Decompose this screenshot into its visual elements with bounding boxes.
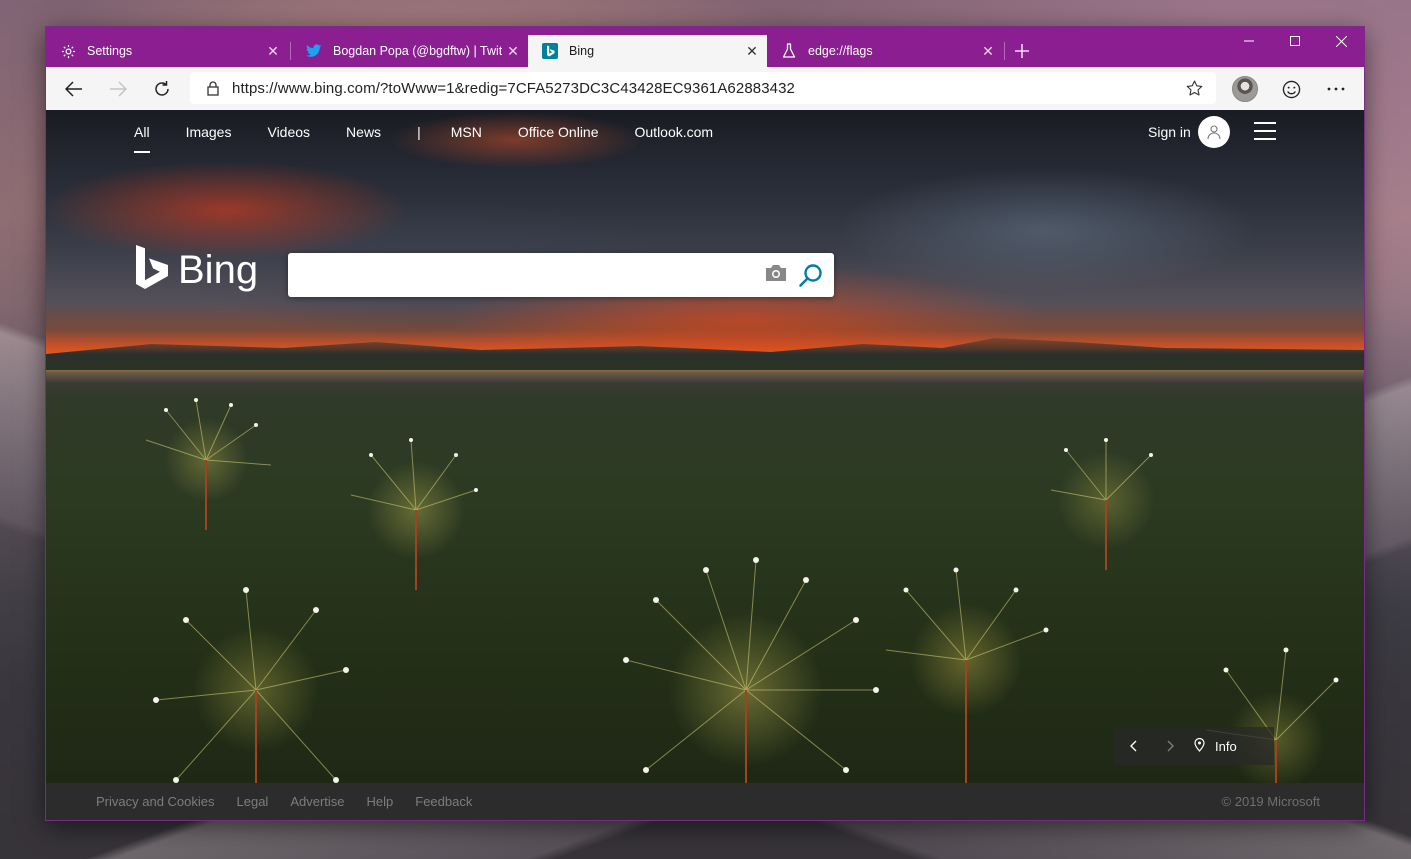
nav-office-online[interactable]: Office Online [518,124,599,154]
address-bar[interactable]: https://www.bing.com/?toWww=1&redig=7CFA… [190,72,1216,104]
close-tab-icon[interactable]: ✕ [741,40,763,62]
close-tab-icon[interactable]: ✕ [502,40,524,62]
previous-image-button[interactable] [1114,727,1152,765]
browser-window: Settings ✕ Bogdan Popa (@bgdftw) | Twitt… [45,26,1365,821]
tab-strip: Settings ✕ Bogdan Popa (@bgdftw) | Twitt… [46,27,1364,67]
minimize-icon [1244,40,1254,42]
forward-button[interactable] [102,73,134,105]
tab-settings[interactable]: Settings ✕ [46,35,288,67]
close-tab-icon[interactable]: ✕ [977,40,999,62]
tab-twitter[interactable]: Bogdan Popa (@bgdftw) | Twitte ✕ [292,35,528,67]
close-window-button[interactable] [1318,27,1364,55]
refresh-button[interactable] [146,73,178,105]
browser-toolbar: https://www.bing.com/?toWww=1&redig=7CFA… [46,67,1364,111]
favorite-star-icon[interactable] [1180,80,1208,96]
search-input[interactable] [302,261,746,291]
nav-outlook[interactable]: Outlook.com [635,124,714,154]
nav-videos[interactable]: Videos [267,124,310,154]
location-pin-icon [1194,737,1205,755]
footer-link-help[interactable]: Help [367,794,394,809]
nav-separator: | [417,124,421,140]
nav-news[interactable]: News [346,124,381,154]
chevron-right-icon [1167,740,1174,752]
image-info-bar: Info [1114,727,1274,765]
feedback-button[interactable] [1275,73,1307,105]
more-icon [1327,87,1345,91]
tab-label: Settings [87,44,133,58]
tab-divider [290,42,291,60]
gear-icon [60,43,76,59]
footer-link-legal[interactable]: Legal [237,794,269,809]
maximize-icon [1290,36,1300,46]
tab-divider [1004,42,1005,60]
url-text[interactable]: https://www.bing.com/?toWww=1&redig=7CFA… [232,80,1180,97]
close-icon [1335,35,1347,47]
tab-label: Bing [569,44,595,58]
refresh-icon [155,81,169,96]
search-icon[interactable] [798,262,824,293]
nav-msn[interactable]: MSN [451,124,482,154]
lock-icon[interactable] [204,80,222,96]
footer-link-privacy[interactable]: Privacy and Cookies [96,794,215,809]
info-button[interactable]: Info [1215,739,1237,754]
settings-more-button[interactable] [1320,73,1352,105]
flask-icon [781,43,797,59]
bing-logo[interactable]: Bing [134,245,258,295]
search-box[interactable] [288,253,834,297]
next-image-button[interactable] [1152,727,1190,765]
bing-nav: All Images Videos News | MSN Office Onli… [134,124,749,154]
bing-icon [542,43,558,59]
nav-all[interactable]: All [134,124,150,154]
sign-in-link[interactable]: Sign in [1148,124,1191,140]
maximize-button[interactable] [1272,27,1318,55]
back-button[interactable] [58,73,90,105]
nav-images[interactable]: Images [186,124,232,154]
back-arrow-icon [65,81,82,97]
twitter-icon [306,43,322,59]
camera-visual-search-icon[interactable] [764,263,788,288]
bing-page: All Images Videos News | MSN Office Onli… [46,110,1364,820]
hamburger-menu-icon[interactable] [1254,122,1276,140]
user-icon[interactable] [1198,116,1230,148]
bing-footer: Privacy and Cookies Legal Advertise Help… [46,783,1364,820]
copyright-text: © 2019 Microsoft [1221,794,1320,809]
smiley-icon [1282,80,1300,98]
footer-link-feedback[interactable]: Feedback [415,794,472,809]
plus-icon [1015,44,1029,58]
tab-label: edge://flags [808,44,873,58]
avatar [1232,76,1258,102]
close-tab-icon[interactable]: ✕ [262,40,284,62]
tab-flags[interactable]: edge://flags ✕ [767,35,1003,67]
chevron-left-icon [1130,740,1137,752]
minimize-button[interactable] [1226,27,1272,55]
footer-link-advertise[interactable]: Advertise [290,794,344,809]
tab-label: Bogdan Popa (@bgdftw) | Twitte [333,44,502,58]
tab-bing[interactable]: Bing ✕ [528,35,767,67]
new-tab-button[interactable] [1009,38,1035,64]
bing-logo-icon [136,245,168,289]
profile-button[interactable] [1229,73,1261,105]
bing-logo-text: Bing [178,247,259,292]
forward-arrow-icon [110,81,127,97]
